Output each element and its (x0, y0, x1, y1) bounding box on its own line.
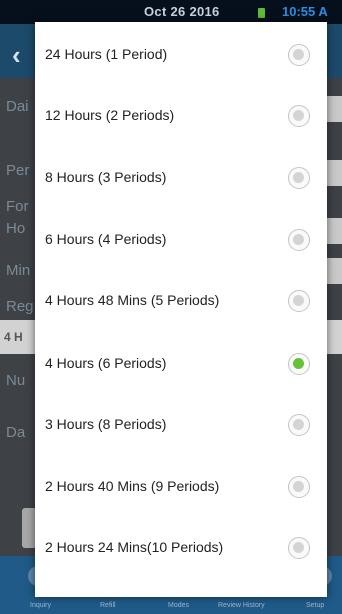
bg-label-date: Da (6, 424, 26, 441)
bg-label-hours: Ho (6, 220, 26, 237)
period-option[interactable]: 2 Hours 24 Mins(10 Periods) (35, 518, 327, 579)
status-time: 10:55 A (282, 4, 328, 19)
battery-icon (258, 8, 265, 18)
bg-label-regimen: Reg (6, 298, 34, 315)
radio-icon[interactable] (288, 414, 310, 436)
bg-label-for: For (6, 198, 29, 215)
period-option-label: 2 Hours 40 Mins (9 Periods) (45, 478, 220, 494)
radio-icon[interactable] (288, 537, 310, 559)
nav-refill[interactable]: Refill (100, 602, 116, 609)
radio-icon[interactable] (288, 476, 310, 498)
radio-icon[interactable] (288, 44, 310, 66)
radio-icon[interactable] (288, 167, 310, 189)
radio-icon[interactable] (288, 229, 310, 251)
period-option-label: 4 Hours 48 Mins (5 Periods) (45, 292, 220, 308)
period-option-partial[interactable] (35, 579, 327, 597)
period-option-label: 2 Hours 24 Mins(10 Periods) (45, 539, 224, 555)
nav-inquiry[interactable]: Inquiry (30, 602, 51, 609)
status-bar: Oct 26 2016 10:55 A (0, 0, 342, 24)
nav-setup[interactable]: Setup (306, 602, 324, 609)
period-option[interactable]: 24 Hours (1 Period) (35, 25, 327, 86)
radio-selected-icon[interactable] (288, 353, 310, 375)
bg-regimen-value: 4 H (4, 330, 23, 344)
period-option[interactable]: 12 Hours (2 Periods) (35, 86, 327, 147)
nav-review-history[interactable]: Review History (218, 602, 265, 609)
bg-label-number: Nu (6, 372, 26, 389)
period-option-label: 24 Hours (1 Period) (45, 46, 168, 62)
period-option[interactable]: 3 Hours (8 Periods) (35, 395, 327, 456)
period-option-selected[interactable]: 4 Hours (6 Periods) (35, 334, 327, 395)
period-option-label: 6 Hours (4 Periods) (45, 231, 167, 247)
period-option[interactable]: 4 Hours 48 Mins (5 Periods) (35, 271, 327, 332)
period-option[interactable]: 8 Hours (3 Periods) (35, 148, 327, 209)
period-option-label: 8 Hours (3 Periods) (45, 169, 167, 185)
period-option-label: 4 Hours (6 Periods) (45, 355, 167, 371)
radio-icon[interactable] (288, 105, 310, 127)
bg-label-minimum: Min (6, 262, 31, 279)
back-icon[interactable]: ‹ (12, 40, 21, 71)
status-date: Oct 26 2016 (144, 4, 220, 19)
bg-label-daily: Dai (6, 98, 29, 115)
period-option[interactable]: 6 Hours (4 Periods) (35, 210, 327, 271)
period-option-label: 12 Hours (2 Periods) (45, 107, 175, 123)
bg-label-period: Per (6, 162, 30, 179)
period-option[interactable]: 2 Hours 40 Mins (9 Periods) (35, 457, 327, 518)
radio-icon[interactable] (288, 290, 310, 312)
nav-modes[interactable]: Modes (168, 602, 189, 609)
period-option-label: 3 Hours (8 Periods) (45, 416, 167, 432)
period-select-dialog: 24 Hours (1 Period) 12 Hours (2 Periods)… (35, 22, 327, 597)
